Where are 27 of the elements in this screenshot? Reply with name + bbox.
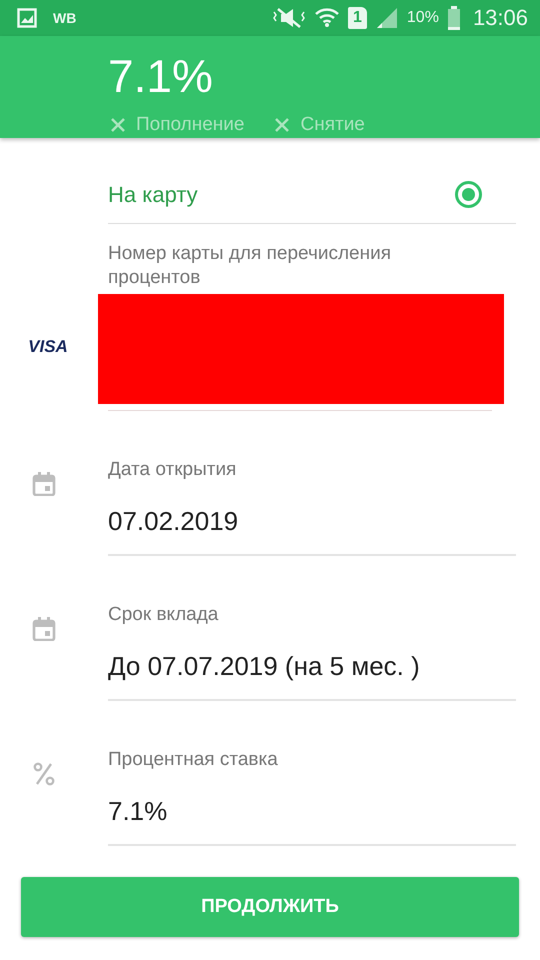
sim-icon: 1 — [348, 7, 367, 29]
field-value: 07.02.2019 — [108, 506, 240, 536]
battery-percent: 10% — [406, 9, 439, 27]
calendar-icon — [32, 617, 56, 641]
signal-icon — [374, 6, 399, 30]
close-icon — [274, 117, 290, 133]
option-label: Пополнение — [136, 114, 244, 136]
visa-logo: VISA — [28, 337, 68, 357]
option-label: Снятие — [300, 114, 365, 136]
mute-icon — [272, 6, 306, 30]
continue-button[interactable]: ПРОДОЛЖИТЬ — [21, 877, 519, 937]
close-icon — [110, 117, 126, 133]
field-label: Процентная ставка — [108, 749, 279, 771]
percent-icon — [33, 762, 55, 786]
field-value: До 07.07.2019 (на 5 мес. ) — [108, 651, 421, 681]
field-value: 7.1% — [108, 796, 168, 826]
rate-title: 7.1% — [108, 50, 213, 102]
radio-button[interactable] — [455, 181, 482, 208]
field-label: Дата открытия — [108, 459, 238, 481]
gallery-icon — [17, 8, 37, 28]
clock: 13:06 — [472, 5, 528, 31]
calendar-icon — [32, 472, 56, 496]
field-label: Номер карты для перечисления процентов — [108, 242, 392, 290]
field-label: Срок вклада — [108, 604, 220, 626]
app-label: WB — [53, 10, 76, 26]
radio-option[interactable]: На карту — [108, 166, 516, 224]
battery-icon — [446, 6, 461, 30]
